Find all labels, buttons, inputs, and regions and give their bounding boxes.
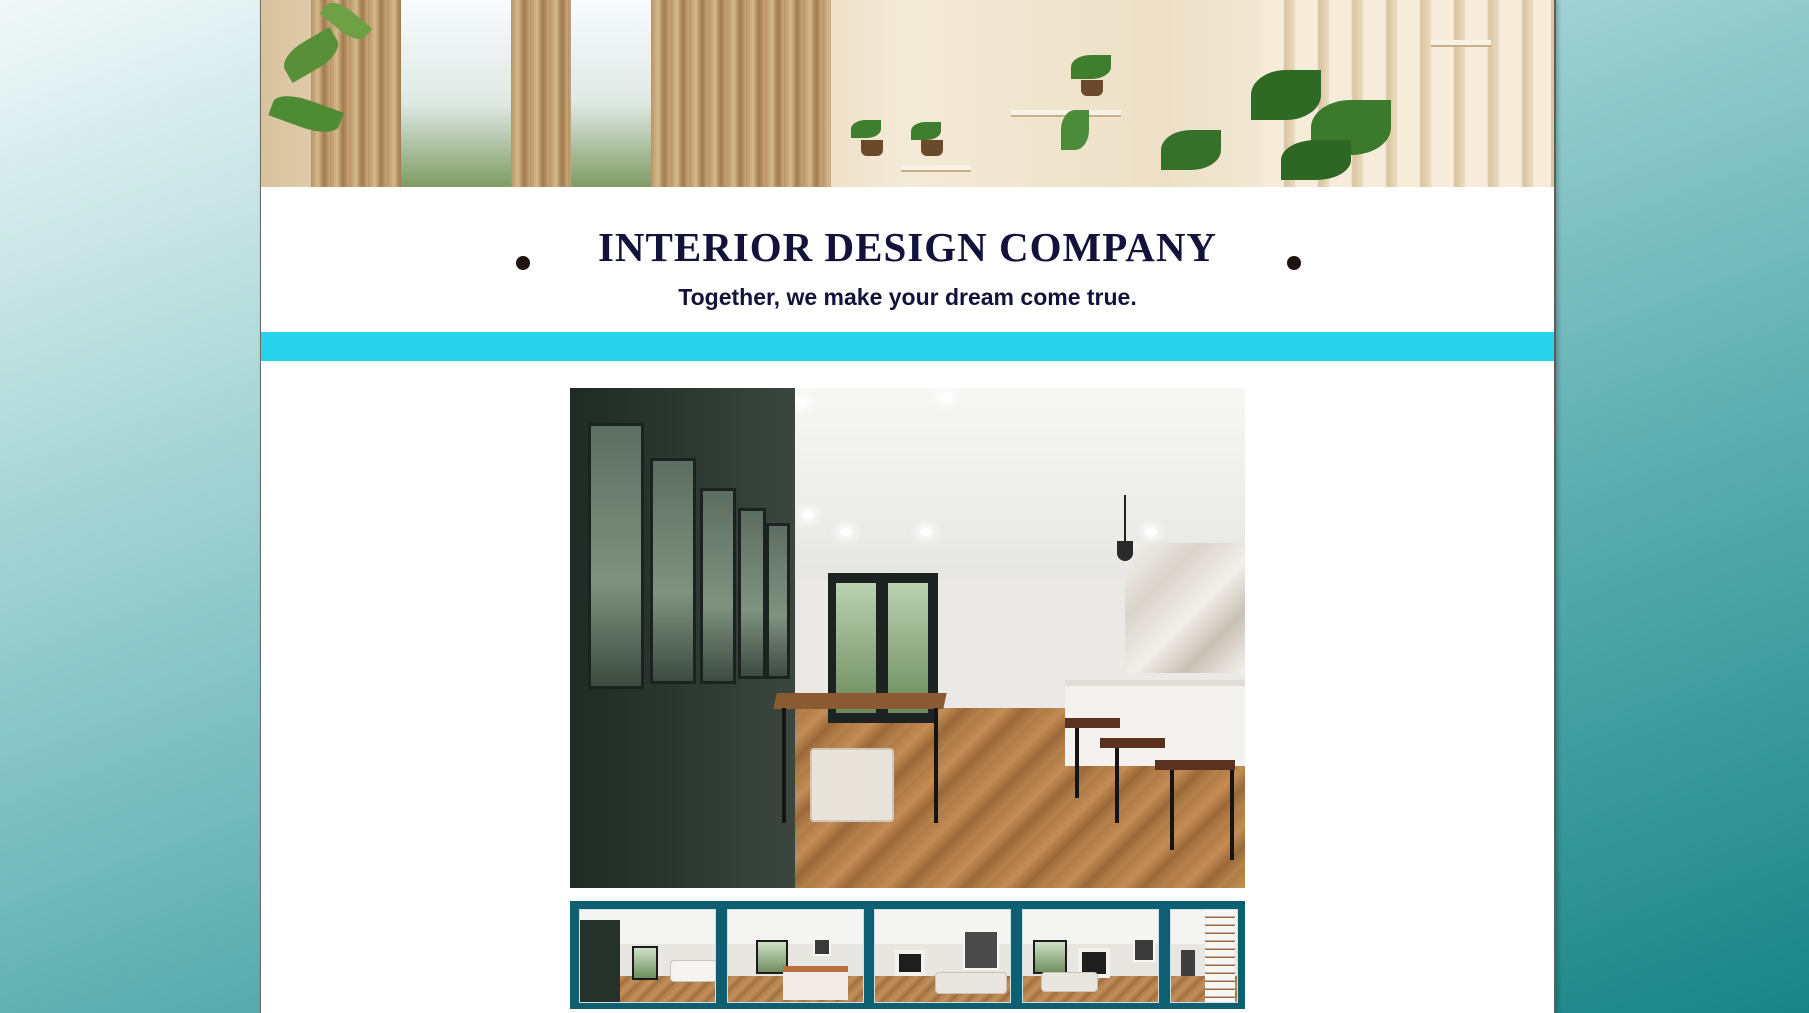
thumbnail-strip — [570, 901, 1245, 1009]
right-bullet-icon — [1287, 256, 1301, 270]
thumbnail-living-room-fireplace[interactable] — [1022, 909, 1159, 1003]
thumbnail-living-room-art[interactable] — [874, 909, 1011, 1003]
hero-banner-image — [261, 0, 1554, 187]
thumbnail-dining-kitchen[interactable] — [579, 909, 716, 1003]
thumbnail-staircase[interactable] — [1170, 909, 1238, 1003]
site-header: INTERIOR DESIGN COMPANY Together, we mak… — [261, 187, 1554, 332]
title-row: INTERIOR DESIGN COMPANY — [261, 222, 1554, 272]
thumbnail-bedroom[interactable] — [727, 909, 864, 1003]
left-bullet-icon — [516, 256, 530, 270]
company-tagline: Together, we make your dream come true. — [678, 284, 1137, 310]
page-container: INTERIOR DESIGN COMPANY Together, we mak… — [260, 0, 1556, 1013]
company-title: INTERIOR DESIGN COMPANY — [597, 224, 1218, 270]
accent-divider-bar — [261, 332, 1554, 361]
main-gallery-photo — [570, 388, 1245, 888]
